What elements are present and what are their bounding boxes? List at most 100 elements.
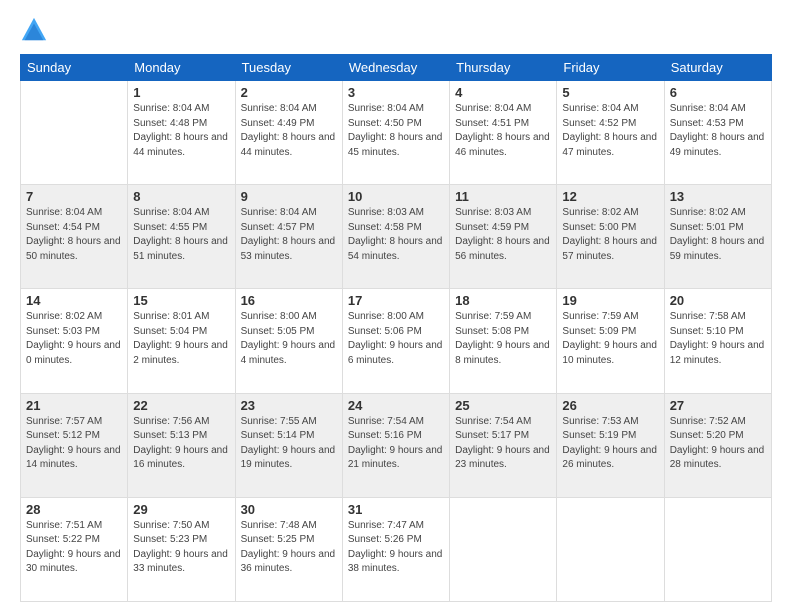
- calendar-cell: 30 Sunrise: 7:48 AMSunset: 5:25 PMDayligh…: [235, 497, 342, 601]
- day-info: Sunrise: 8:03 AMSunset: 4:59 PMDaylight:…: [455, 206, 551, 264]
- day-info: Sunrise: 7:51 AMSunset: 5:22 PMDaylight:…: [26, 519, 122, 577]
- calendar-cell: 14 Sunrise: 8:02 AMSunset: 5:03 PMDayligh…: [21, 289, 128, 393]
- day-number: 27: [670, 398, 766, 413]
- day-number: 20: [670, 293, 766, 308]
- day-info: Sunrise: 7:55 AMSunset: 5:14 PMDaylight:…: [241, 415, 337, 473]
- day-number: 30: [241, 502, 337, 517]
- calendar-cell: 27 Sunrise: 7:52 AMSunset: 5:20 PMDayligh…: [664, 393, 771, 497]
- day-info: Sunrise: 7:58 AMSunset: 5:10 PMDaylight:…: [670, 310, 766, 368]
- day-info: Sunrise: 7:56 AMSunset: 5:13 PMDaylight:…: [133, 415, 229, 473]
- calendar-cell: [21, 81, 128, 185]
- header: [20, 16, 772, 44]
- day-number: 7: [26, 189, 122, 204]
- calendar-cell: 9 Sunrise: 8:04 AMSunset: 4:57 PMDaylight…: [235, 185, 342, 289]
- calendar-cell: 29 Sunrise: 7:50 AMSunset: 5:23 PMDayligh…: [128, 497, 235, 601]
- day-info: Sunrise: 7:52 AMSunset: 5:20 PMDaylight:…: [670, 415, 766, 473]
- day-number: 29: [133, 502, 229, 517]
- calendar-cell: 15 Sunrise: 8:01 AMSunset: 5:04 PMDayligh…: [128, 289, 235, 393]
- day-number: 13: [670, 189, 766, 204]
- day-info: Sunrise: 7:47 AMSunset: 5:26 PMDaylight:…: [348, 519, 444, 577]
- day-number: 19: [562, 293, 658, 308]
- calendar-cell: 8 Sunrise: 8:04 AMSunset: 4:55 PMDaylight…: [128, 185, 235, 289]
- calendar-cell: 1 Sunrise: 8:04 AMSunset: 4:48 PMDaylight…: [128, 81, 235, 185]
- calendar-cell: 19 Sunrise: 7:59 AMSunset: 5:09 PMDayligh…: [557, 289, 664, 393]
- day-info: Sunrise: 8:04 AMSunset: 4:54 PMDaylight:…: [26, 206, 122, 264]
- calendar-cell: 11 Sunrise: 8:03 AMSunset: 4:59 PMDayligh…: [450, 185, 557, 289]
- calendar-cell: [450, 497, 557, 601]
- calendar-cell: 12 Sunrise: 8:02 AMSunset: 5:00 PMDayligh…: [557, 185, 664, 289]
- weekday-header-thursday: Thursday: [450, 55, 557, 81]
- calendar-cell: 21Sunrise: 7:57 AMSunset: 5:12 PMDayligh…: [21, 393, 128, 497]
- calendar-cell: 16 Sunrise: 8:00 AMSunset: 5:05 PMDayligh…: [235, 289, 342, 393]
- day-info: Sunrise: 8:02 AMSunset: 5:00 PMDaylight:…: [562, 206, 658, 264]
- calendar-cell: [664, 497, 771, 601]
- week-row-1: 1 Sunrise: 8:04 AMSunset: 4:48 PMDaylight…: [21, 81, 772, 185]
- day-number: 28: [26, 502, 122, 517]
- day-number: 8: [133, 189, 229, 204]
- day-number: 31: [348, 502, 444, 517]
- weekday-header-monday: Monday: [128, 55, 235, 81]
- day-info: Sunrise: 8:04 AMSunset: 4:53 PMDaylight:…: [670, 102, 766, 160]
- day-number: 14: [26, 293, 122, 308]
- calendar-cell: 26 Sunrise: 7:53 AMSunset: 5:19 PMDayligh…: [557, 393, 664, 497]
- day-info: Sunrise: 8:01 AMSunset: 5:04 PMDaylight:…: [133, 310, 229, 368]
- day-info: Sunrise: 8:00 AMSunset: 5:06 PMDaylight:…: [348, 310, 444, 368]
- day-info: Sunrise: 7:54 AMSunset: 5:16 PMDaylight:…: [348, 415, 444, 473]
- day-number: 26: [562, 398, 658, 413]
- day-number: 4: [455, 85, 551, 100]
- logo-icon: [20, 16, 48, 44]
- day-number: 24: [348, 398, 444, 413]
- page: SundayMondayTuesdayWednesdayThursdayFrid…: [0, 0, 792, 612]
- day-info: Sunrise: 8:04 AMSunset: 4:48 PMDaylight:…: [133, 102, 229, 160]
- day-number: 1: [133, 85, 229, 100]
- week-row-4: 21Sunrise: 7:57 AMSunset: 5:12 PMDayligh…: [21, 393, 772, 497]
- day-number: 2: [241, 85, 337, 100]
- weekday-header-tuesday: Tuesday: [235, 55, 342, 81]
- day-info: Sunrise: 7:59 AMSunset: 5:09 PMDaylight:…: [562, 310, 658, 368]
- calendar-cell: 31 Sunrise: 7:47 AMSunset: 5:26 PMDayligh…: [342, 497, 449, 601]
- day-info: Sunrise: 8:04 AMSunset: 4:55 PMDaylight:…: [133, 206, 229, 264]
- calendar-cell: 28 Sunrise: 7:51 AMSunset: 5:22 PMDayligh…: [21, 497, 128, 601]
- day-number: 21: [26, 398, 122, 413]
- day-number: 5: [562, 85, 658, 100]
- calendar-cell: 2 Sunrise: 8:04 AMSunset: 4:49 PMDaylight…: [235, 81, 342, 185]
- day-number: 11: [455, 189, 551, 204]
- calendar-cell: 17 Sunrise: 8:00 AMSunset: 5:06 PMDayligh…: [342, 289, 449, 393]
- day-info: Sunrise: 7:54 AMSunset: 5:17 PMDaylight:…: [455, 415, 551, 473]
- day-info: Sunrise: 8:04 AMSunset: 4:49 PMDaylight:…: [241, 102, 337, 160]
- weekday-header-row: SundayMondayTuesdayWednesdayThursdayFrid…: [21, 55, 772, 81]
- calendar-cell: 4Sunrise: 8:04 AMSunset: 4:51 PMDaylight…: [450, 81, 557, 185]
- day-number: 12: [562, 189, 658, 204]
- day-info: Sunrise: 8:04 AMSunset: 4:52 PMDaylight:…: [562, 102, 658, 160]
- day-number: 9: [241, 189, 337, 204]
- day-number: 23: [241, 398, 337, 413]
- day-number: 6: [670, 85, 766, 100]
- day-info: Sunrise: 8:02 AMSunset: 5:03 PMDaylight:…: [26, 310, 122, 368]
- day-info: Sunrise: 8:04 AMSunset: 4:50 PMDaylight:…: [348, 102, 444, 160]
- day-number: 22: [133, 398, 229, 413]
- day-number: 17: [348, 293, 444, 308]
- day-info: Sunrise: 7:50 AMSunset: 5:23 PMDaylight:…: [133, 519, 229, 577]
- calendar-table: SundayMondayTuesdayWednesdayThursdayFrid…: [20, 54, 772, 602]
- calendar-cell: 13 Sunrise: 8:02 AMSunset: 5:01 PMDayligh…: [664, 185, 771, 289]
- day-number: 16: [241, 293, 337, 308]
- calendar-cell: 18Sunrise: 7:59 AMSunset: 5:08 PMDayligh…: [450, 289, 557, 393]
- weekday-header-saturday: Saturday: [664, 55, 771, 81]
- calendar-cell: 10Sunrise: 8:03 AMSunset: 4:58 PMDayligh…: [342, 185, 449, 289]
- week-row-5: 28 Sunrise: 7:51 AMSunset: 5:22 PMDayligh…: [21, 497, 772, 601]
- day-info: Sunrise: 8:04 AMSunset: 4:57 PMDaylight:…: [241, 206, 337, 264]
- day-number: 15: [133, 293, 229, 308]
- day-info: Sunrise: 8:00 AMSunset: 5:05 PMDaylight:…: [241, 310, 337, 368]
- calendar-cell: 20 Sunrise: 7:58 AMSunset: 5:10 PMDayligh…: [664, 289, 771, 393]
- calendar-cell: 7 Sunrise: 8:04 AMSunset: 4:54 PMDaylight…: [21, 185, 128, 289]
- day-info: Sunrise: 7:48 AMSunset: 5:25 PMDaylight:…: [241, 519, 337, 577]
- day-info: Sunrise: 7:53 AMSunset: 5:19 PMDaylight:…: [562, 415, 658, 473]
- day-number: 25: [455, 398, 551, 413]
- day-number: 18: [455, 293, 551, 308]
- day-info: Sunrise: 8:03 AMSunset: 4:58 PMDaylight:…: [348, 206, 444, 264]
- calendar-cell: 5 Sunrise: 8:04 AMSunset: 4:52 PMDaylight…: [557, 81, 664, 185]
- day-info: Sunrise: 8:02 AMSunset: 5:01 PMDaylight:…: [670, 206, 766, 264]
- week-row-3: 14 Sunrise: 8:02 AMSunset: 5:03 PMDayligh…: [21, 289, 772, 393]
- weekday-header-friday: Friday: [557, 55, 664, 81]
- weekday-header-wednesday: Wednesday: [342, 55, 449, 81]
